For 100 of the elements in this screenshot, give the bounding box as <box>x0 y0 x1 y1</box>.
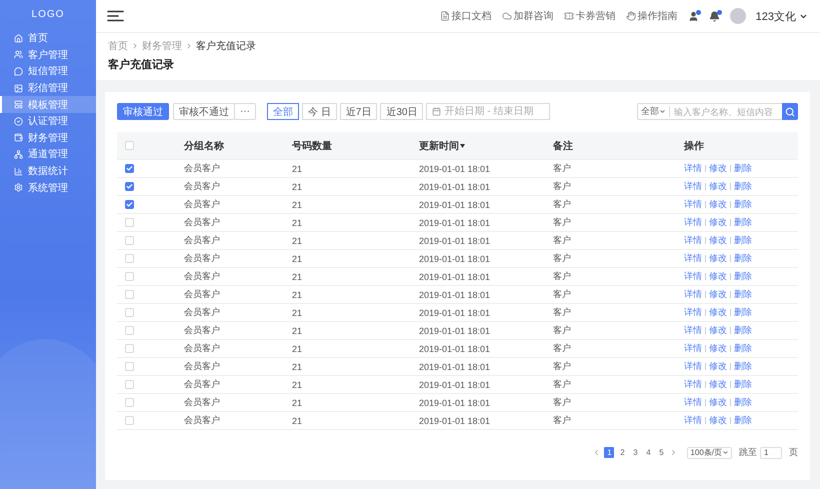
more-button[interactable]: ··· <box>234 103 256 120</box>
action-link[interactable]: 详情 <box>684 342 702 355</box>
checkbox[interactable] <box>125 164 134 173</box>
page-button[interactable]: 2 <box>617 447 628 458</box>
user-menu[interactable]: 123文化 <box>756 8 808 24</box>
action-link[interactable]: 删除 <box>734 216 752 229</box>
breadcrumb-link[interactable]: 客户充值记录 <box>196 39 256 53</box>
action-link[interactable]: 详情 <box>684 270 702 283</box>
action-link[interactable]: 详情 <box>684 306 702 319</box>
breadcrumb-link[interactable]: 财务管理 <box>142 39 182 53</box>
action-link[interactable]: 修改 <box>709 198 727 211</box>
action-link[interactable]: 详情 <box>684 288 702 301</box>
scope-select[interactable]: 全部 <box>638 106 670 117</box>
action-link[interactable]: 修改 <box>709 396 727 409</box>
sidebar-item[interactable]: 客户管理 <box>0 46 96 64</box>
logo: LOGO <box>30 8 66 22</box>
action-link[interactable]: 详情 <box>684 324 702 337</box>
action-link[interactable]: 删除 <box>734 162 752 175</box>
action-link[interactable]: 修改 <box>709 378 727 391</box>
action-link[interactable]: 修改 <box>709 180 727 193</box>
table-cell-text: 2019-01-01 18:01 <box>419 272 492 282</box>
header-link[interactable]: 操作指南 <box>626 9 678 23</box>
action-link[interactable]: 详情 <box>684 378 702 391</box>
action-link[interactable]: 详情 <box>684 396 702 409</box>
table-cell-text: 会员客户 <box>184 378 221 391</box>
user-button[interactable] <box>688 10 699 22</box>
action-link[interactable]: 删除 <box>734 360 752 373</box>
action-link[interactable]: 详情 <box>684 252 702 265</box>
sidebar-item[interactable]: 首页 <box>0 30 96 47</box>
action-link[interactable]: 详情 <box>684 216 702 229</box>
sidebar-item[interactable]: 认证管理 <box>0 112 96 130</box>
page-button[interactable]: 3 <box>630 447 640 458</box>
range-tab[interactable]: 全部 <box>267 103 299 120</box>
action-link[interactable]: 删除 <box>734 270 752 283</box>
table-cell-text: 客户 <box>553 324 572 337</box>
action-link[interactable]: 修改 <box>709 288 727 301</box>
action-link[interactable]: 删除 <box>734 180 752 193</box>
table-cell-text: 2019-01-01 18:01 <box>419 380 492 390</box>
action-link[interactable]: 详情 <box>684 234 702 247</box>
date-range-field[interactable]: 开始日期 - 结束日期 <box>426 103 550 120</box>
action-link[interactable]: 删除 <box>734 288 752 301</box>
action-link[interactable]: 删除 <box>734 234 752 247</box>
range-tab[interactable]: 近7日 <box>340 103 378 120</box>
action-link[interactable]: 修改 <box>709 360 727 373</box>
menu-icon[interactable] <box>107 10 124 22</box>
action-link[interactable]: 修改 <box>709 306 727 319</box>
page-input[interactable]: 1 <box>760 446 782 458</box>
action-link[interactable]: 删除 <box>734 378 752 391</box>
action-button[interactable]: 审核不通过 <box>173 103 235 120</box>
action-link[interactable]: 修改 <box>709 414 727 427</box>
action-link[interactable]: 删除 <box>734 198 752 211</box>
range-tab[interactable]: 今 日 <box>302 103 337 120</box>
search-button[interactable] <box>782 103 798 120</box>
action-link[interactable]: 详情 <box>684 360 702 373</box>
action-link[interactable]: 删除 <box>734 306 752 319</box>
header-link[interactable]: 加群咨询 <box>502 9 554 23</box>
page-size-select[interactable]: 100条/页 <box>687 446 732 458</box>
table-cell-text: 2019-01-01 18:01 <box>419 182 492 192</box>
action-link[interactable]: 修改 <box>709 342 727 355</box>
action-link[interactable]: 删除 <box>734 396 752 409</box>
action-link[interactable]: 删除 <box>734 414 752 427</box>
action-link[interactable]: 删除 <box>734 342 752 355</box>
breadcrumb-link[interactable]: 首页 <box>108 39 128 53</box>
page-button[interactable]: 1 <box>604 447 614 458</box>
sidebar-item[interactable]: 通道管理 <box>0 146 96 163</box>
header-link[interactable]: 卡券营销 <box>564 9 616 23</box>
table-cell-text: 客户 <box>553 414 572 427</box>
action-link[interactable]: 详情 <box>684 162 702 175</box>
page-button[interactable]: 4 <box>643 447 654 458</box>
action-link[interactable]: 详情 <box>684 180 702 193</box>
action-button[interactable]: 审核通过 <box>117 103 169 120</box>
action-link[interactable]: 修改 <box>709 252 727 265</box>
table-cell-text: 21 <box>292 326 304 336</box>
bell-button[interactable] <box>708 10 720 22</box>
table-cell-text: 21 <box>292 398 304 408</box>
sidebar-item[interactable]: 系统管理 <box>0 179 96 196</box>
action-link[interactable]: 修改 <box>709 234 727 247</box>
sidebar-item[interactable]: 彩信管理 <box>0 80 96 96</box>
page-button[interactable]: 5 <box>656 447 666 458</box>
action-link[interactable]: 详情 <box>684 414 702 427</box>
sidebar-item[interactable]: 数据统计 <box>0 162 96 180</box>
sidebar-item[interactable]: 模板管理 <box>0 96 96 113</box>
column-header[interactable]: 更新时间 <box>419 138 553 152</box>
action-link[interactable]: 修改 <box>709 162 727 175</box>
checkbox[interactable] <box>125 200 134 209</box>
header-link[interactable]: 接口文档 <box>440 9 492 23</box>
range-tab[interactable]: 近30日 <box>380 103 424 120</box>
action-link[interactable]: 修改 <box>709 324 727 337</box>
action-link[interactable]: 修改 <box>709 216 727 229</box>
action-link[interactable]: 详情 <box>684 198 702 211</box>
sidebar-item[interactable]: 财务管理 <box>0 130 96 146</box>
checkbox[interactable] <box>125 182 134 191</box>
action-link[interactable]: 删除 <box>734 252 752 265</box>
table-cell-text: 客户 <box>553 360 572 373</box>
sidebar-item[interactable]: 短信管理 <box>0 63 96 80</box>
table-cell-text: 21 <box>292 218 304 228</box>
column-header: 分组名称 <box>184 140 225 152</box>
search-field[interactable]: 输入客户名称、短信内容 <box>670 106 782 116</box>
action-link[interactable]: 修改 <box>709 270 727 283</box>
action-link[interactable]: 删除 <box>734 324 752 337</box>
